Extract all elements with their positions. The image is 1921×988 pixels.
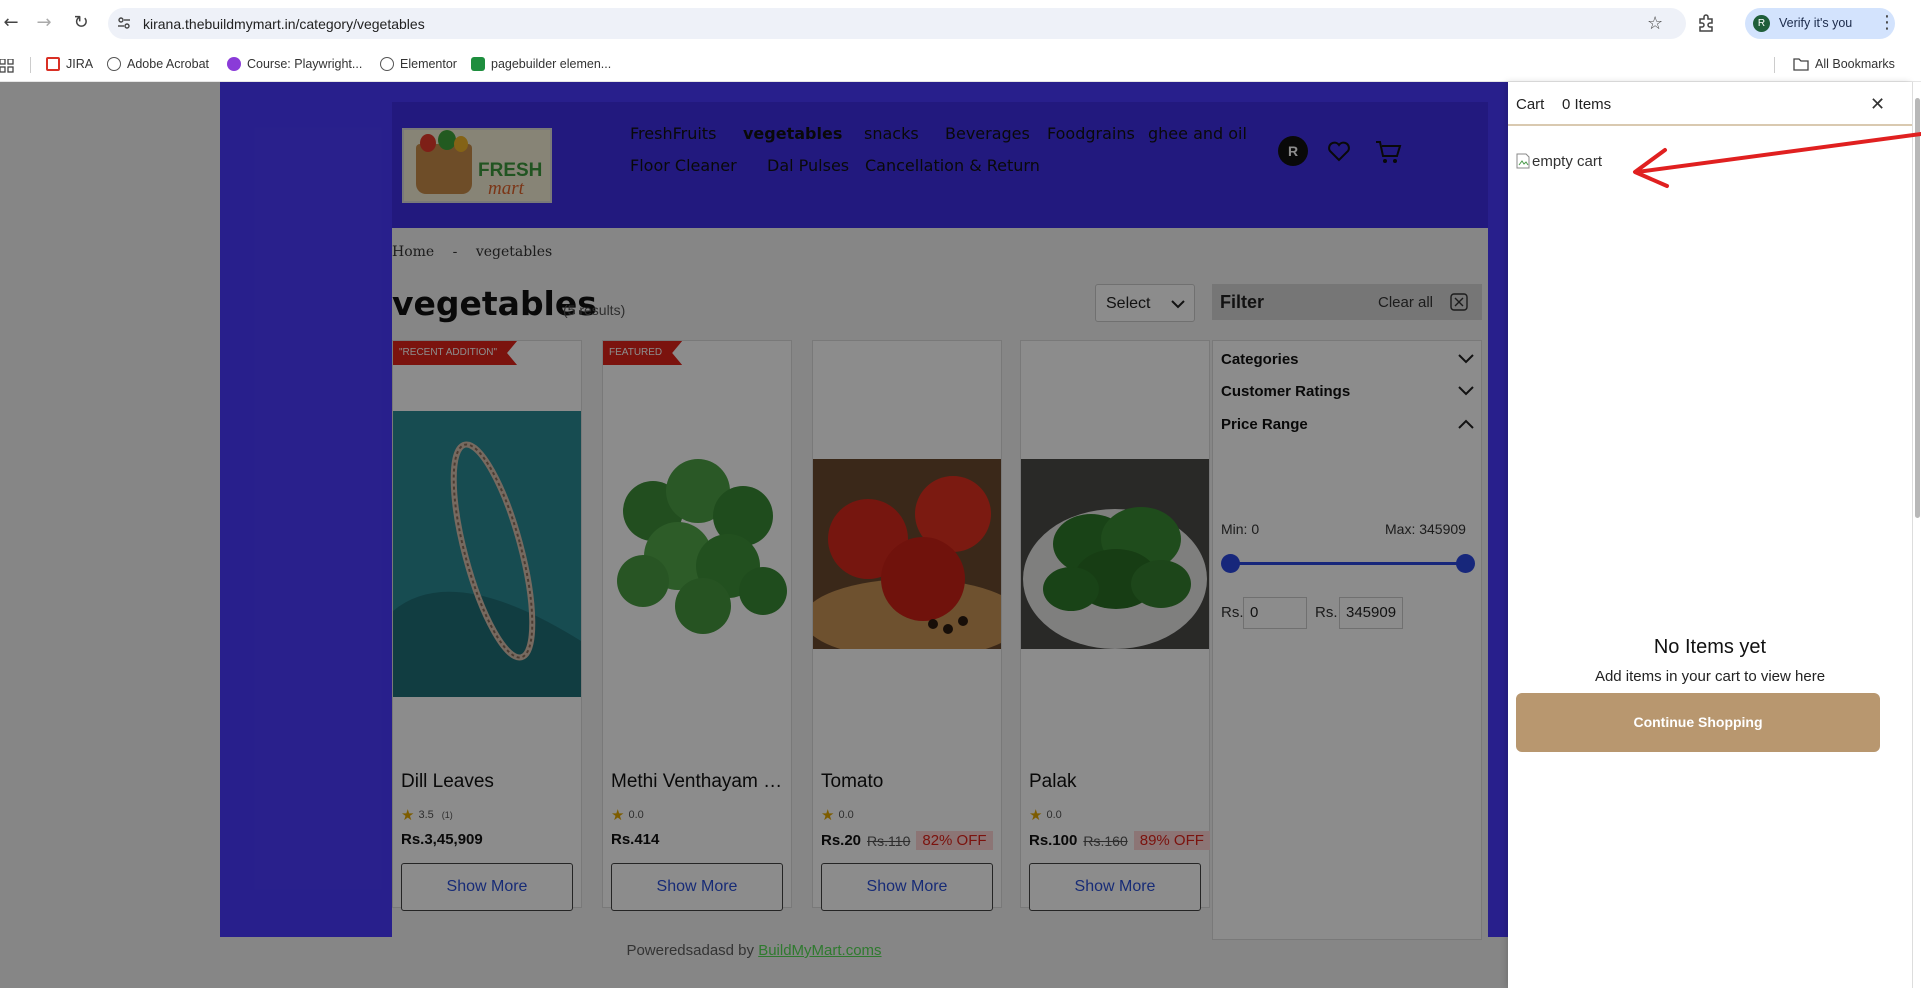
empty-cart-alt-text: empty cart bbox=[1532, 152, 1603, 170]
folder-icon bbox=[1793, 58, 1809, 71]
bookmark-adobe-acrobat[interactable]: Adobe Acrobat bbox=[107, 57, 209, 71]
bookmark-jira[interactable]: JIRA bbox=[46, 57, 93, 71]
bookmark-label: Elementor bbox=[400, 57, 457, 71]
browser-toolbar: ← → ↻ kirana.thebuildmymart.in/category/… bbox=[0, 0, 1921, 46]
cart-item-count: 0 Items bbox=[1562, 96, 1612, 113]
sheets-icon bbox=[471, 57, 485, 71]
bookmark-elementor[interactable]: Elementor bbox=[380, 57, 457, 71]
bookmark-course-playwright[interactable]: Course: Playwright... bbox=[227, 57, 362, 71]
apps-grid-icon[interactable] bbox=[0, 59, 14, 73]
bookmarks-divider bbox=[30, 57, 31, 73]
bookmarks-bar: JIRA Adobe Acrobat Course: Playwright...… bbox=[0, 46, 1921, 82]
all-bookmarks[interactable]: All Bookmarks bbox=[1793, 57, 1895, 71]
globe-icon bbox=[380, 57, 394, 71]
cart-scrollbar[interactable] bbox=[1912, 82, 1921, 988]
cart-title: Cart bbox=[1516, 96, 1545, 113]
url-text[interactable]: kirana.thebuildmymart.in/category/vegeta… bbox=[143, 16, 425, 32]
globe-icon bbox=[107, 57, 121, 71]
empty-cart-image: empty cart bbox=[1516, 150, 1626, 172]
bookmark-label: pagebuilder elemen... bbox=[491, 57, 612, 71]
course-icon bbox=[227, 57, 241, 71]
annotation-arrow-icon bbox=[1633, 132, 1921, 188]
reload-icon[interactable]: ↻ bbox=[70, 12, 92, 34]
continue-shopping-button[interactable]: Continue Shopping bbox=[1516, 693, 1880, 752]
bookmark-pagebuilder[interactable]: pagebuilder elemen... bbox=[471, 57, 611, 71]
empty-cart-subtitle: Add items in your cart to view here bbox=[1594, 668, 1826, 685]
site-info-icon[interactable] bbox=[116, 15, 132, 31]
forward-icon[interactable]: → bbox=[33, 12, 55, 34]
all-bookmarks-label: All Bookmarks bbox=[1815, 57, 1895, 71]
gmail-icon bbox=[46, 57, 60, 71]
back-icon[interactable]: ← bbox=[0, 12, 22, 34]
verify-identity-chip[interactable]: R Verify it's you bbox=[1745, 8, 1895, 39]
empty-cart-title: No Items yet bbox=[1653, 636, 1767, 658]
browser-menu-icon[interactable]: ⋮ bbox=[1878, 12, 1896, 34]
modal-overlay[interactable] bbox=[0, 82, 1508, 988]
bookmark-label: JIRA bbox=[66, 57, 94, 71]
broken-image-icon bbox=[1516, 153, 1530, 169]
verify-label: Verify it's you bbox=[1779, 16, 1853, 30]
bookmark-star-icon[interactable]: ☆ bbox=[1647, 13, 1663, 34]
cart-drawer: Cart 0 Items ✕ empty cart No Items yet A… bbox=[1508, 82, 1912, 988]
extensions-icon[interactable] bbox=[1696, 13, 1716, 33]
bookmark-label: Adobe Acrobat bbox=[127, 57, 210, 71]
bookmarks-divider bbox=[1774, 57, 1775, 73]
profile-avatar: R bbox=[1753, 15, 1770, 32]
bookmark-label: Course: Playwright... bbox=[247, 57, 363, 71]
close-icon[interactable]: ✕ bbox=[1870, 96, 1885, 114]
